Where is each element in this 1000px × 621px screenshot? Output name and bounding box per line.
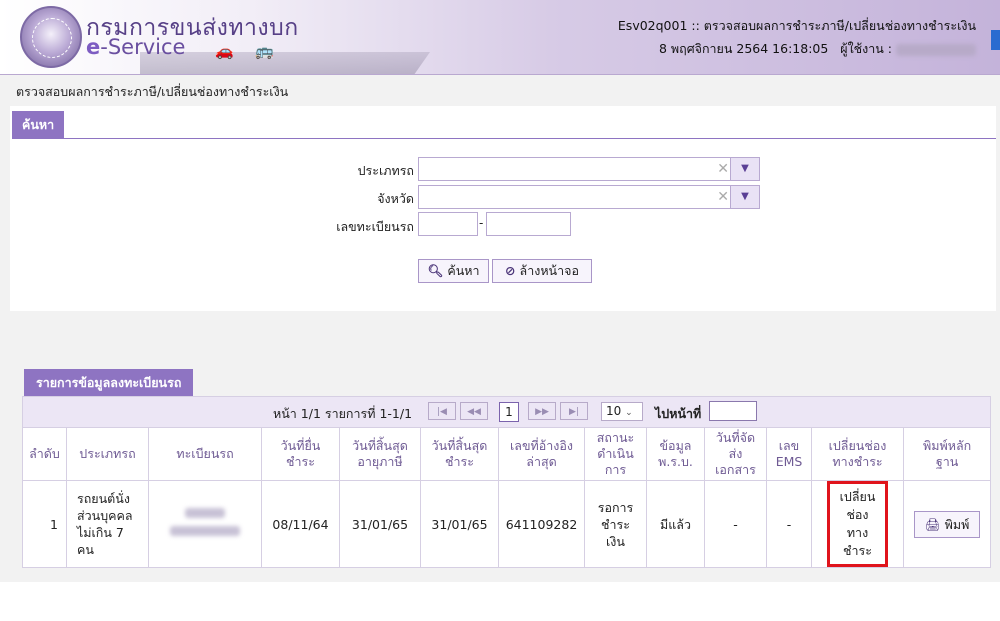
col-vehicle-type: ประเภทรถ (66, 427, 149, 481)
results-tab[interactable]: รายการข้อมูลลงทะเบียนรถ (24, 369, 194, 396)
cell-ref-no: 641109282 (498, 480, 585, 568)
page-size-select[interactable]: 10 ⌄ (601, 402, 643, 421)
first-page-icon[interactable]: |◀ (428, 402, 456, 420)
col-seq: ลำดับ (22, 427, 67, 481)
search-button[interactable]: 🔍︎ ค้นหา (418, 259, 489, 283)
vehicle-type-select[interactable]: ✕ ▼ (418, 157, 760, 181)
ban-icon: ⊘ (505, 263, 516, 278)
clear-icon[interactable]: ✕ (717, 189, 729, 205)
user-label: ผู้ใช้งาน : (840, 41, 893, 56)
col-print: พิมพ์หลัก ฐาน (902, 427, 992, 481)
cell-ems: - (766, 480, 812, 568)
plate-number-input[interactable] (486, 212, 571, 236)
chevron-down-icon[interactable]: ▼ (730, 186, 759, 208)
col-pay-end: วันที่สิ้นสุด ชำระ (420, 427, 499, 481)
col-tax-end: วันที่สิ้นสุด อายุภาษี (339, 427, 421, 481)
pager: หน้า 1/1 รายการที่ 1-1/1 |◀ ◀◀ 1 ▶▶ ▶| 1… (24, 398, 990, 427)
goto-page-label: ไปหน้าที่ (655, 406, 702, 421)
search-tab-divider (12, 138, 996, 139)
cell-seq: 1 (22, 480, 67, 568)
results-table: หน้า 1/1 รายการที่ 1-1/1 |◀ ◀◀ 1 ▶▶ ▶| 1… (21, 396, 992, 568)
plate-prefix-input[interactable] (418, 212, 478, 236)
printer-icon: 🖨︎ (924, 516, 941, 532)
goto-page-input[interactable] (709, 401, 757, 421)
bus-icon: 🚌 (255, 42, 274, 60)
province-label: จังหวัด (377, 191, 414, 206)
change-payment-channel-link[interactable]: เปลี่ยน ช่อง ทาง ชำระ (826, 481, 889, 567)
plate-label: เลขทะเบียนรถ (336, 219, 414, 234)
session-datetime: 8 พฤศจิกายน 2564 16:18:05 (658, 41, 829, 56)
session-info: 8 พฤศจิกายน 2564 16:18:05 ผู้ใช้งาน : (659, 39, 976, 59)
cell-send-date: - (704, 480, 767, 568)
side-panel-toggle[interactable] (991, 30, 1000, 50)
province-row: จังหวัด (300, 185, 414, 209)
pager-row: หน้า 1/1 รายการที่ 1-1/1 |◀ ◀◀ 1 ▶▶ ▶| 1… (21, 396, 992, 428)
province-select[interactable]: ✕ ▼ (418, 185, 760, 209)
prev-page-icon[interactable]: ◀◀ (460, 402, 488, 420)
search-tab[interactable]: ค้นหา (12, 111, 65, 138)
col-ems: เลข EMS (766, 427, 812, 481)
page-footer-area (0, 582, 1000, 621)
header-row: ลำดับ ประเภทรถ ทะเบียนรถ วันที่ยื่น ชำระ … (22, 427, 992, 481)
col-ref-no: เลขที่อ้างอิง ล่าสุด (498, 427, 585, 481)
col-submit-date: วันที่ยื่น ชำระ (261, 427, 340, 481)
user-name-redacted (896, 43, 976, 56)
col-send-date: วันที่จัด ส่ง เอกสาร (704, 427, 767, 481)
clear-icon[interactable]: ✕ (717, 161, 729, 177)
cell-plate-redacted (148, 480, 262, 568)
chevron-down-icon: ⌄ (625, 408, 633, 418)
app-header: กรมการขนส่งทางบก e-Service 🚗 🚌 Esv02q001… (0, 0, 1000, 75)
last-page-icon[interactable]: ▶| (560, 402, 588, 420)
plate-separator: - (479, 216, 484, 230)
cell-print: 🖨︎ พิมพ์ (902, 480, 992, 568)
chevron-down-icon[interactable]: ▼ (730, 158, 759, 180)
cell-vehicle-type: รถยนต์นั่ง ส่วนบุคคล ไม่เกิน 7 คน (66, 480, 149, 568)
cell-tax-end: 31/01/65 (339, 480, 421, 568)
cell-pay-end: 31/01/65 (420, 480, 499, 568)
car-icon: 🚗 (215, 42, 234, 60)
dlt-seal-logo (20, 6, 82, 68)
col-plate: ทะเบียนรถ (148, 427, 262, 481)
col-status: สถานะ ดำเนิน การ (584, 427, 647, 481)
screen-info: Esv02q001 :: ตรวจสอบผลการชำระภาษี/เปลี่ย… (617, 18, 976, 33)
table-row: 1 รถยนต์นั่ง ส่วนบุคคล ไม่เกิน 7 คน 08/11/6… (22, 480, 992, 568)
search-icon: 🔍︎ (427, 263, 444, 278)
col-insurance: ข้อมูล พ.ร.บ. (646, 427, 705, 481)
brand-subtitle: e-Service (86, 35, 186, 59)
next-page-icon[interactable]: ▶▶ (528, 402, 556, 420)
breadcrumb: ตรวจสอบผลการชำระภาษี/เปลี่ยนช่องทางชำระเ… (16, 84, 289, 99)
print-button[interactable]: 🖨︎ พิมพ์ (913, 510, 981, 538)
cell-status: รอการ ชำระ เงิน (584, 480, 647, 568)
cell-submit-date: 08/11/64 (261, 480, 340, 568)
vehicle-type-label: ประเภทรถ (357, 163, 414, 178)
pager-info: หน้า 1/1 รายการที่ 1-1/1 (273, 406, 413, 421)
current-page-button[interactable]: 1 (499, 402, 519, 422)
cell-change-channel: เปลี่ยน ช่อง ทาง ชำระ (811, 480, 904, 568)
cell-insurance: มีแล้ว (646, 480, 705, 568)
col-change-channel: เปลี่ยนช่อง ทางชำระ (811, 427, 904, 481)
plate-row: เลขทะเบียนรถ (300, 213, 414, 237)
clear-form-button[interactable]: ⊘ ล้างหน้าจอ (492, 259, 592, 283)
vehicle-type-row: ประเภทรถ (300, 157, 414, 181)
